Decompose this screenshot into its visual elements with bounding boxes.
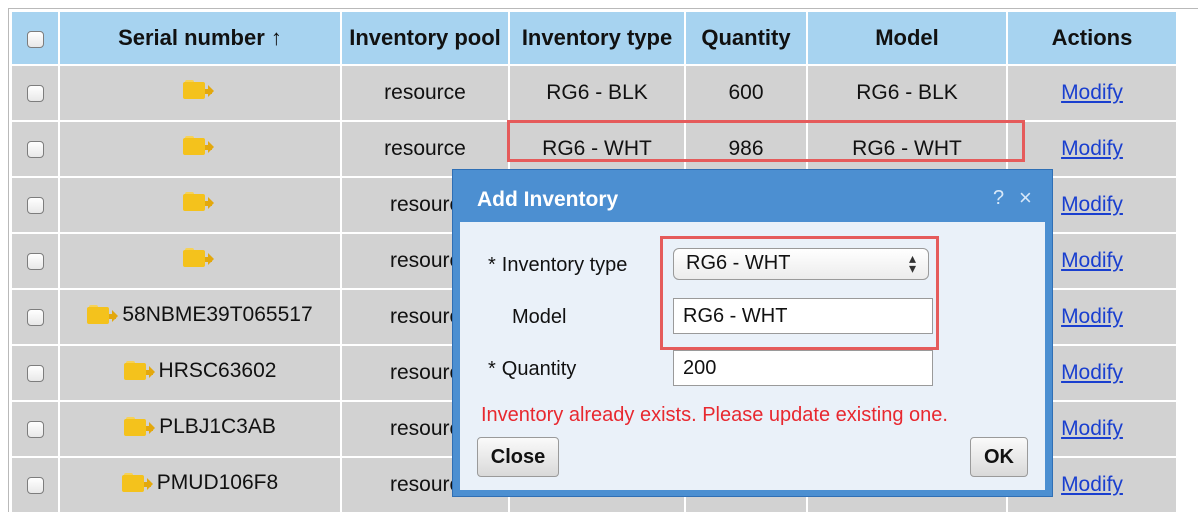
serial-cell: PLBJ1C3AB [58,400,342,458]
serial-cell [58,64,342,122]
table-header-row: Serial number ↑ Inventory pool Inventory… [10,10,1178,66]
select-all-cell[interactable] [10,10,60,66]
error-message: Inventory already exists. Please update … [481,404,948,426]
folder-icon [182,136,214,156]
required-mark: * [488,254,496,276]
folder-icon [182,192,214,212]
dialog-title: Add Inventory [477,188,619,211]
serial-number: HRSC63602 [158,359,277,382]
column-header-actions: Actions [1006,10,1178,66]
row-checkbox[interactable] [26,140,44,158]
serial-cell [58,232,342,290]
column-header-inventory-pool[interactable]: Inventory pool [340,10,510,66]
close-button[interactable]: Close [477,437,559,477]
model-field[interactable]: RG6 - WHT [673,298,933,334]
inventory-type-label: * Inventory type [488,254,628,276]
row-checkbox[interactable] [26,364,44,382]
folder-icon [124,417,156,437]
column-header-model[interactable]: Model [806,10,1008,66]
serial-number: PMUD106F8 [156,471,279,494]
select-all-checkbox[interactable] [26,30,44,48]
table-row: resource RG6 - BLK 600 RG6 - BLK Modify [10,64,1178,122]
modify-link[interactable]: Modify [1061,81,1123,104]
folder-icon [182,80,214,100]
row-checkbox[interactable] [26,196,44,214]
pool-cell: resource [340,64,510,122]
row-checkbox[interactable] [26,476,44,494]
modify-link[interactable]: Modify [1061,193,1123,216]
model-label: Model [512,306,567,328]
modify-link[interactable]: Modify [1061,249,1123,272]
modify-link[interactable]: Modify [1061,137,1123,160]
model-cell: RG6 - BLK [806,64,1008,122]
add-inventory-dialog: Add Inventory ? × * Inventory type RG6 - … [452,169,1053,497]
inventory-type-value: RG6 - WHT [686,252,791,274]
actions-cell: Modify [1006,64,1178,122]
inventory-type-select[interactable]: RG6 - WHT ▴ ▾ [673,248,929,280]
column-header-quantity[interactable]: Quantity [684,10,808,66]
dialog-body: * Inventory type RG6 - WHT ▴ ▾ Model RG6 -… [460,222,1045,490]
modify-link[interactable]: Modify [1061,417,1123,440]
row-checkbox[interactable] [26,308,44,326]
column-header-inventory-type[interactable]: Inventory type [508,10,686,66]
modify-link[interactable]: Modify [1061,361,1123,384]
quantity-field[interactable]: 200 [673,350,933,386]
chevron-updown-icon: ▴ ▾ [908,250,916,276]
serial-cell [58,120,342,178]
quantity-cell: 600 [684,64,808,122]
serial-cell: PMUD106F8 [58,456,342,514]
serial-cell: HRSC63602 [58,344,342,402]
serial-number: PLBJ1C3AB [159,415,276,438]
row-checkbox[interactable] [26,420,44,438]
help-icon[interactable]: ? [993,187,1004,210]
modify-link[interactable]: Modify [1061,473,1123,496]
row-checkbox[interactable] [26,84,44,102]
folder-icon [121,473,153,493]
folder-icon [182,248,214,268]
close-icon[interactable]: × [1019,185,1032,211]
folder-icon [87,305,119,325]
serial-number: 58NBME39T065517 [122,303,313,326]
column-header-serial-number[interactable]: Serial number ↑ [58,10,342,66]
serial-cell [58,176,342,234]
serial-cell: 58NBME39T065517 [58,288,342,346]
folder-icon [123,361,155,381]
ok-button[interactable]: OK [970,437,1028,477]
row-checkbox[interactable] [26,252,44,270]
modify-link[interactable]: Modify [1061,305,1123,328]
type-cell: RG6 - BLK [508,64,686,122]
quantity-label: * Quantity [488,358,577,380]
